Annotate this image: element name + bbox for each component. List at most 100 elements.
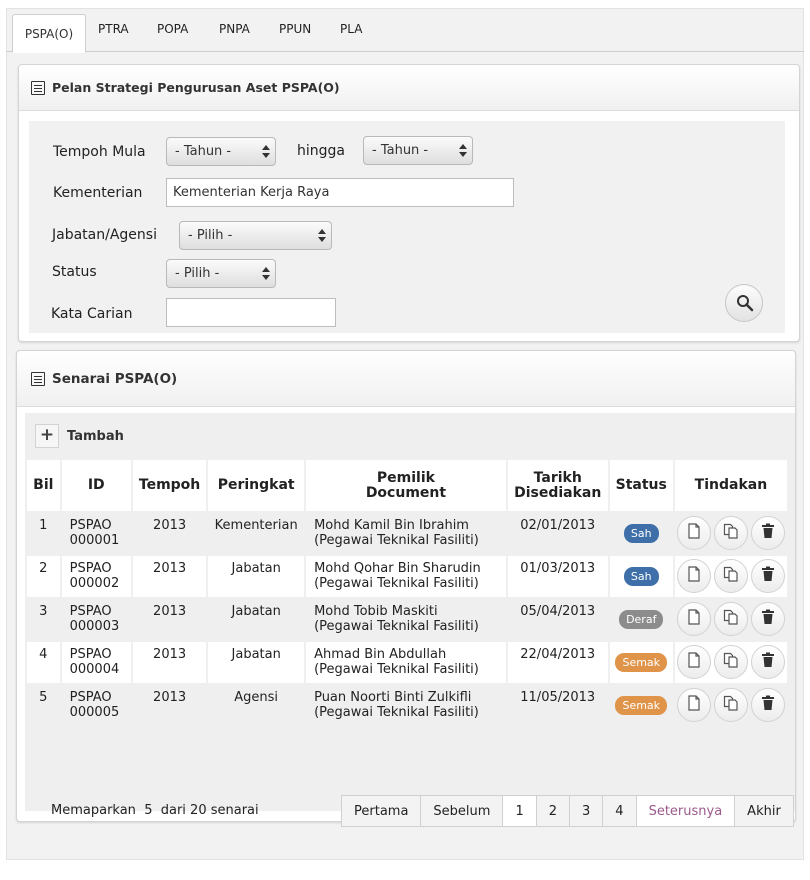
page-last[interactable]: Akhir — [735, 796, 793, 826]
cell-tarikh: 01/03/2013 — [507, 556, 608, 597]
cell-tempoh: 2013 — [132, 599, 207, 640]
page-first[interactable]: Pertama — [342, 796, 422, 826]
tab-pnpa[interactable]: PNPA — [219, 22, 250, 36]
kementerian-input[interactable] — [166, 178, 514, 207]
add-button-label: Tambah — [67, 428, 124, 444]
page-3[interactable]: 3 — [570, 796, 604, 826]
showing-prefix: Memaparkan — [51, 803, 136, 818]
tahun-to-select[interactable]: - Tahun - — [363, 136, 473, 165]
cell-id-number: 000004 — [69, 662, 120, 677]
search-panel-header: Pelan Strategi Pengurusan Aset PSPA(O) — [19, 65, 799, 111]
view-button[interactable] — [676, 602, 711, 636]
hingga-label: hingga — [297, 143, 345, 159]
col-tarikh[interactable]: Tarikh Disediakan — [507, 460, 608, 511]
copy-button[interactable] — [713, 516, 748, 550]
cell-id-prefix: PSPAO — [69, 518, 112, 533]
cell-pemilik: Mohd Tobib Maskiti (Pegawai Teknikal Fasi… — [306, 599, 506, 640]
copy-icon — [723, 695, 739, 715]
select-arrows-icon — [262, 267, 270, 281]
tab-popa[interactable]: POPA — [157, 22, 188, 36]
page-prev[interactable]: Sebelum — [421, 796, 504, 826]
table-row[interactable]: 3 PSPAO 000003 2013 Jabatan Mohd Tobib Ma… — [27, 599, 787, 640]
cell-tarikh: 22/04/2013 — [507, 642, 608, 683]
tab-ppun[interactable]: PPUN — [279, 22, 311, 36]
cell-tarikh: 02/01/2013 — [507, 513, 608, 554]
table-row[interactable]: 5 PSPAO 000005 2013 Agensi Puan Noorti Bi… — [27, 685, 787, 726]
delete-button[interactable] — [750, 516, 785, 550]
kata-carian-input[interactable] — [166, 298, 336, 327]
document-list-icon — [31, 80, 45, 95]
page-1[interactable]: 1 — [503, 796, 537, 826]
tahun-from-value: - Tahun - — [175, 144, 232, 159]
cell-pemilik-role: (Pegawai Teknikal Fasiliti) — [314, 533, 479, 548]
table-wrapper: + Tambah Bil ID Tempoh Peringkat Pemilik… — [25, 413, 795, 827]
cell-pemilik: Mohd Qohar Bin Sharudin (Pegawai Teknikal… — [306, 556, 506, 597]
select-arrows-icon — [459, 144, 467, 158]
cell-status: Semak — [609, 685, 673, 726]
plus-icon: + — [35, 424, 59, 448]
tab-pspa-o[interactable]: PSPA(O) — [12, 14, 86, 53]
cell-peringkat: Kementerian — [208, 513, 305, 554]
page-4[interactable]: 4 — [603, 796, 637, 826]
col-bil[interactable]: Bil — [27, 460, 60, 511]
cell-tindakan — [674, 556, 787, 597]
view-button[interactable] — [676, 559, 711, 593]
status-select[interactable]: - Pilih - — [166, 259, 276, 288]
cell-pemilik-name: Mohd Kamil Bin Ibrahim — [314, 518, 469, 533]
copy-button[interactable] — [713, 559, 748, 593]
view-button[interactable] — [676, 516, 711, 550]
jabatan-select[interactable]: - Pilih - — [179, 221, 332, 250]
search-form: Tempoh Mula - Tahun - hingga - Tahun - K… — [29, 121, 785, 333]
cell-tempoh: 2013 — [132, 513, 207, 554]
cell-bil: 2 — [27, 556, 60, 597]
delete-button[interactable] — [750, 559, 785, 593]
tahun-to-value: - Tahun - — [372, 143, 429, 158]
cell-status: Deraf — [609, 599, 673, 640]
table-row[interactable]: 2 PSPAO 000002 2013 Jabatan Mohd Qohar Bi… — [27, 556, 787, 597]
col-peringkat[interactable]: Peringkat — [208, 460, 305, 511]
table-row[interactable]: 1 PSPAO 000001 2013 Kementerian Mohd Kami… — [27, 513, 787, 554]
cell-id: PSPAO 000004 — [61, 642, 131, 683]
delete-button[interactable] — [750, 645, 785, 679]
row-actions — [675, 516, 787, 550]
page-next[interactable]: Seterusnya — [636, 796, 736, 826]
cell-id: PSPAO 000005 — [61, 685, 131, 726]
tahun-from-select[interactable]: - Tahun - — [166, 137, 276, 166]
jabatan-label: Jabatan/Agensi — [52, 227, 157, 243]
copy-button[interactable] — [713, 645, 748, 679]
page-2[interactable]: 2 — [537, 796, 570, 826]
document-list-icon — [31, 371, 45, 386]
cell-pemilik-name: Ahmad Bin Abdullah — [314, 647, 447, 662]
add-button[interactable]: + Tambah — [35, 423, 124, 449]
view-button[interactable] — [676, 645, 711, 679]
copy-button[interactable] — [713, 688, 748, 722]
delete-button[interactable] — [750, 688, 785, 722]
col-pemilik[interactable]: Pemilik Document — [306, 460, 506, 511]
cell-tempoh: 2013 — [132, 685, 207, 726]
col-id[interactable]: ID — [61, 460, 131, 511]
col-tarikh-line2: Disediakan — [514, 484, 602, 501]
status-badge: Deraf — [619, 610, 664, 629]
cell-tindakan — [674, 513, 787, 554]
view-icon — [687, 695, 701, 715]
table-header-row: Bil ID Tempoh Peringkat Pemilik Document … — [27, 460, 787, 511]
view-button[interactable] — [676, 688, 711, 722]
cell-id: PSPAO 000001 — [61, 513, 131, 554]
cell-id-prefix: PSPAO — [69, 604, 112, 619]
copy-icon — [723, 566, 739, 586]
delete-button[interactable] — [750, 602, 785, 636]
cell-id-number: 000003 — [69, 619, 120, 634]
col-tempoh[interactable]: Tempoh — [132, 460, 207, 511]
cell-id-number: 000001 — [69, 533, 120, 548]
cell-status: Semak — [609, 642, 673, 683]
table-row[interactable]: 4 PSPAO 000004 2013 Jabatan Ahmad Bin Abd… — [27, 642, 787, 683]
search-button[interactable] — [725, 284, 763, 322]
copy-button[interactable] — [713, 602, 748, 636]
tab-ptra[interactable]: PTRA — [98, 22, 129, 36]
view-icon — [687, 609, 701, 629]
col-status[interactable]: Status — [609, 460, 673, 511]
row-actions — [675, 559, 787, 593]
col-pemilik-line2: Document — [365, 484, 447, 501]
cell-bil: 3 — [27, 599, 60, 640]
tab-pla[interactable]: PLA — [340, 22, 362, 36]
